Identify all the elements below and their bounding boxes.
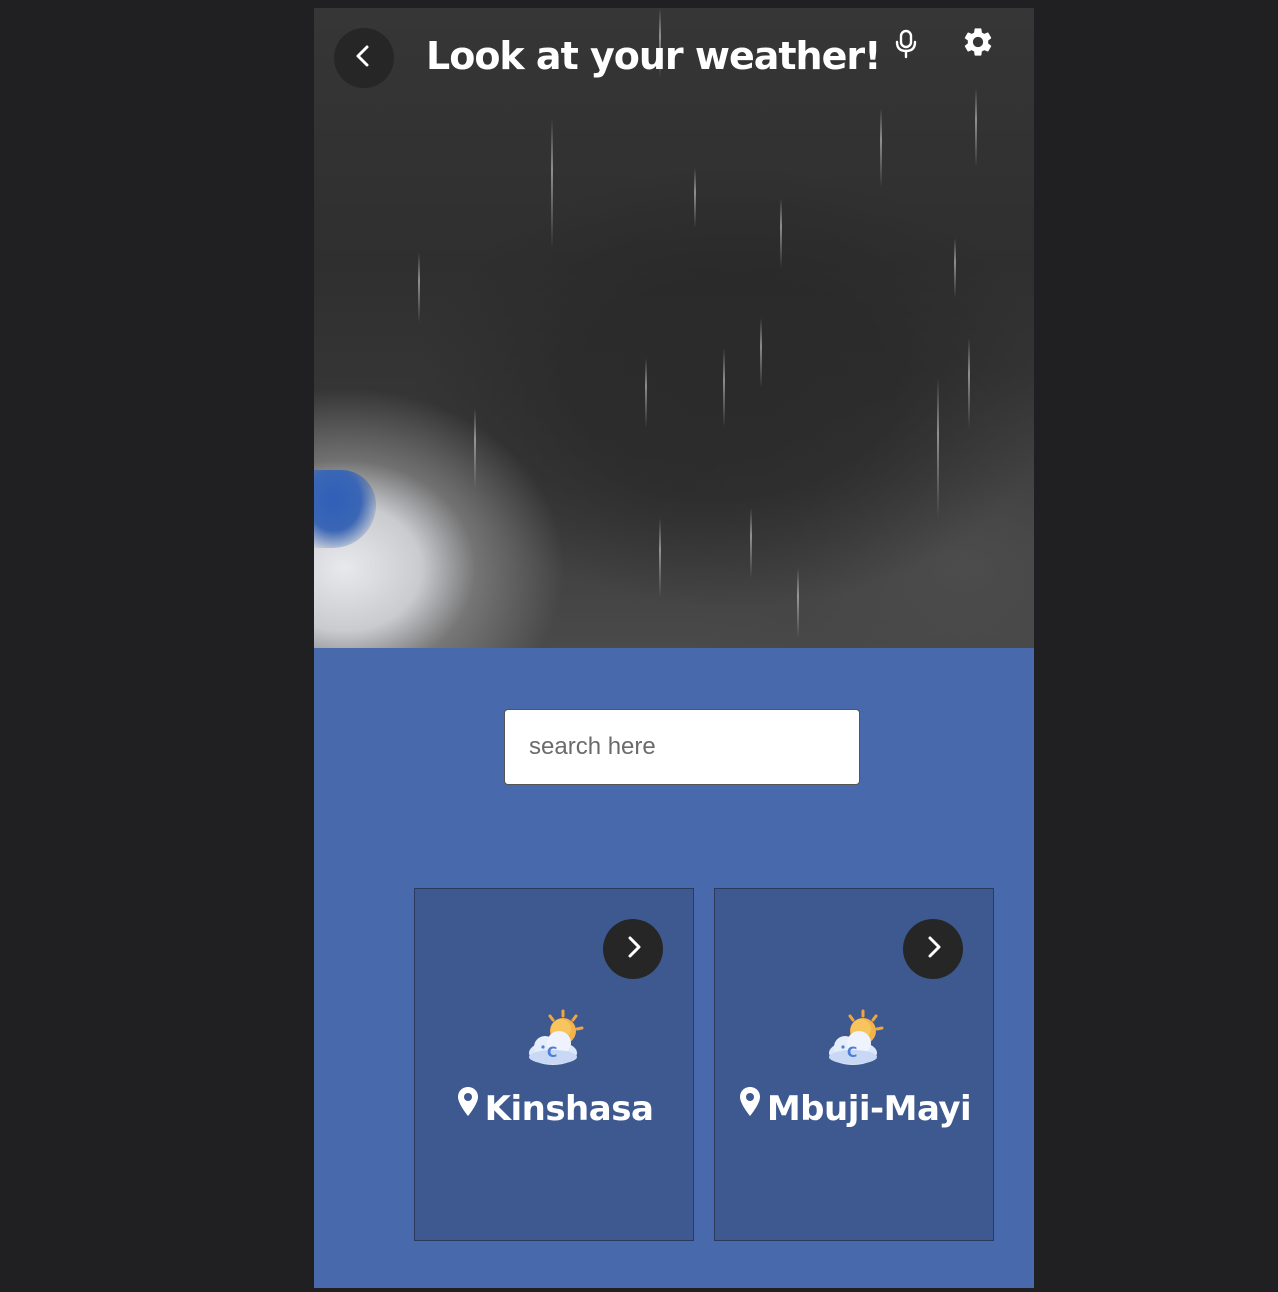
chevron-right-icon	[920, 934, 946, 964]
chevron-right-icon	[620, 934, 646, 964]
location-pin-icon	[457, 1086, 479, 1118]
chevron-left-icon	[351, 43, 377, 73]
settings-button[interactable]	[958, 24, 998, 64]
search-input[interactable]	[504, 709, 860, 785]
city-card[interactable]: C Kinshasa	[414, 888, 694, 1241]
page-title: Look at your weather!	[426, 34, 881, 78]
weather-app: Look at your weather! search here C Kins…	[314, 8, 1034, 1288]
city-name-row: Mbuji-Mayi	[715, 1086, 995, 1129]
open-city-button[interactable]	[903, 919, 963, 979]
back-button[interactable]	[334, 28, 394, 88]
partly-cloudy-sun-icon: C	[523, 1007, 587, 1071]
microphone-button[interactable]	[890, 28, 922, 64]
city-name: Mbuji-Mayi	[766, 1089, 972, 1129]
blue-sky-patch	[314, 470, 376, 548]
top-bar: Look at your weather!	[314, 8, 1034, 108]
content-panel: C Kinshasa	[314, 648, 1034, 1288]
city-name-row: Kinshasa	[415, 1086, 695, 1129]
open-city-button[interactable]	[603, 919, 663, 979]
city-name: Kinshasa	[484, 1089, 654, 1129]
svg-text:C: C	[547, 1045, 557, 1061]
city-card[interactable]: C Mbuji-Mayi	[714, 888, 994, 1241]
gear-icon	[961, 25, 995, 63]
svg-text:C: C	[847, 1045, 857, 1061]
location-pin-icon	[739, 1086, 761, 1118]
partly-cloudy-sun-icon: C	[823, 1007, 887, 1071]
microphone-icon	[894, 29, 918, 63]
